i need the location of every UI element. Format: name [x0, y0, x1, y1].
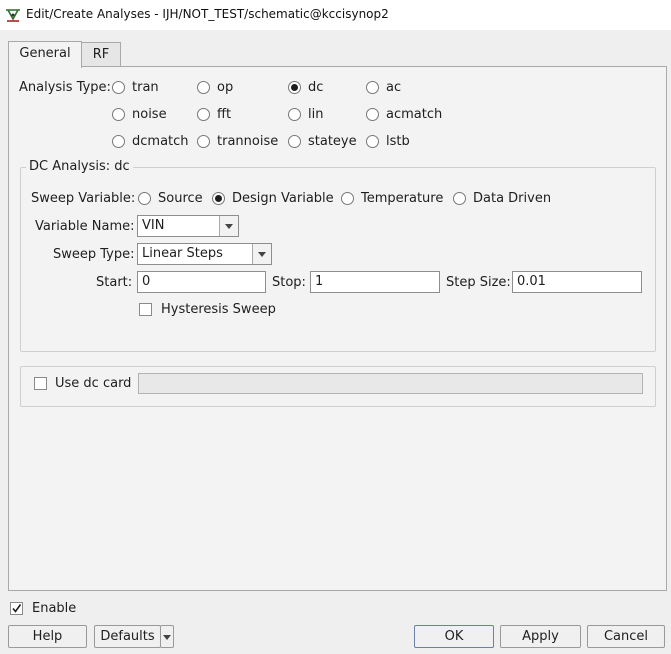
- chevron-down-icon[interactable]: [219, 216, 238, 236]
- analysis-type-dc-radio[interactable]: [288, 81, 301, 94]
- analysis-type-tran-radio[interactable]: [112, 81, 125, 94]
- stop-input[interactable]: 1: [310, 271, 440, 293]
- hysteresis-checkbox[interactable]: [139, 303, 152, 316]
- analysis-type-stateye-label: stateye: [308, 134, 357, 149]
- cancel-button[interactable]: Cancel: [587, 625, 665, 648]
- help-button[interactable]: Help: [8, 625, 87, 648]
- analysis-type-label: Analysis Type:: [19, 80, 111, 95]
- dc-card-input[interactable]: [138, 373, 643, 394]
- variable-name-value: VIN: [142, 218, 165, 233]
- tab-general[interactable]: General: [8, 41, 82, 68]
- dc-analysis-title: DC Analysis: dc: [26, 159, 133, 174]
- variable-name-label: Variable Name:: [35, 219, 135, 234]
- analysis-type-dcmatch-radio[interactable]: [112, 135, 125, 148]
- analysis-type-op-label: op: [217, 80, 234, 95]
- analysis-type-acmatch-label: acmatch: [386, 107, 443, 122]
- enable-checkbox[interactable]: [10, 602, 23, 615]
- sweep-variable-label: Sweep Variable:: [31, 191, 136, 206]
- analysis-type-dc-label: dc: [308, 80, 324, 95]
- sweep-type-label: Sweep Type:: [53, 247, 135, 262]
- analysis-type-lstb-radio[interactable]: [366, 135, 379, 148]
- window-title: Edit/Create Analyses - IJH/NOT_TEST/sche…: [26, 7, 389, 21]
- analysis-type-noise-label: noise: [132, 107, 167, 122]
- chevron-down-icon: [163, 635, 171, 640]
- title-bar: Edit/Create Analyses - IJH/NOT_TEST/sche…: [0, 0, 671, 30]
- sweep-variable-temperature-radio[interactable]: [341, 192, 354, 205]
- sweep-type-value: Linear Steps: [142, 246, 223, 261]
- analysis-type-dcmatch-label: dcmatch: [132, 134, 189, 149]
- sweep-variable-temperature-label: Temperature: [361, 191, 444, 206]
- sweep-variable-data-driven-radio[interactable]: [453, 192, 466, 205]
- enable-label: Enable: [32, 601, 77, 616]
- tab-rf[interactable]: RF: [81, 42, 121, 67]
- analysis-type-ac-label: ac: [386, 80, 402, 95]
- stop-label: Stop:: [272, 275, 306, 290]
- analysis-type-acmatch-radio[interactable]: [366, 108, 379, 121]
- hysteresis-label: Hysteresis Sweep: [161, 302, 276, 317]
- analysis-type-noise-radio[interactable]: [112, 108, 125, 121]
- analysis-type-lin-label: lin: [308, 107, 324, 122]
- analysis-type-op-radio[interactable]: [197, 81, 210, 94]
- analysis-type-fft-label: fft: [217, 107, 232, 122]
- apply-button[interactable]: Apply: [500, 625, 581, 648]
- sweep-type-combo[interactable]: Linear Steps: [137, 243, 272, 265]
- sweep-variable-data-driven-label: Data Driven: [473, 191, 552, 206]
- sweep-variable-design-variable-radio[interactable]: [212, 192, 225, 205]
- step-size-label: Step Size:: [446, 275, 511, 290]
- defaults-menu-button[interactable]: [160, 625, 174, 648]
- analysis-type-lstb-label: lstb: [386, 134, 410, 149]
- variable-name-combo[interactable]: VIN: [137, 215, 239, 237]
- sweep-variable-source-label: Source: [158, 191, 203, 206]
- app-icon: [6, 9, 20, 22]
- defaults-button[interactable]: Defaults: [94, 625, 161, 648]
- step-size-input[interactable]: 0.01: [512, 271, 642, 293]
- checkmark-icon: [12, 604, 22, 613]
- start-label: Start:: [96, 275, 133, 290]
- analysis-type-fft-radio[interactable]: [197, 108, 210, 121]
- analysis-type-stateye-radio[interactable]: [288, 135, 301, 148]
- analysis-type-ac-radio[interactable]: [366, 81, 379, 94]
- ok-button[interactable]: OK: [414, 625, 494, 648]
- sweep-variable-source-radio[interactable]: [138, 192, 151, 205]
- analysis-type-lin-radio[interactable]: [288, 108, 301, 121]
- analysis-type-tran-label: tran: [132, 80, 159, 95]
- start-input[interactable]: 0: [137, 271, 266, 293]
- analysis-type-trannoise-radio[interactable]: [197, 135, 210, 148]
- chevron-down-icon[interactable]: [252, 244, 271, 264]
- use-dc-card-checkbox[interactable]: [34, 377, 47, 390]
- sweep-variable-design-variable-label: Design Variable: [232, 191, 334, 206]
- use-dc-card-label: Use dc card: [55, 376, 132, 391]
- analysis-type-trannoise-label: trannoise: [217, 134, 279, 149]
